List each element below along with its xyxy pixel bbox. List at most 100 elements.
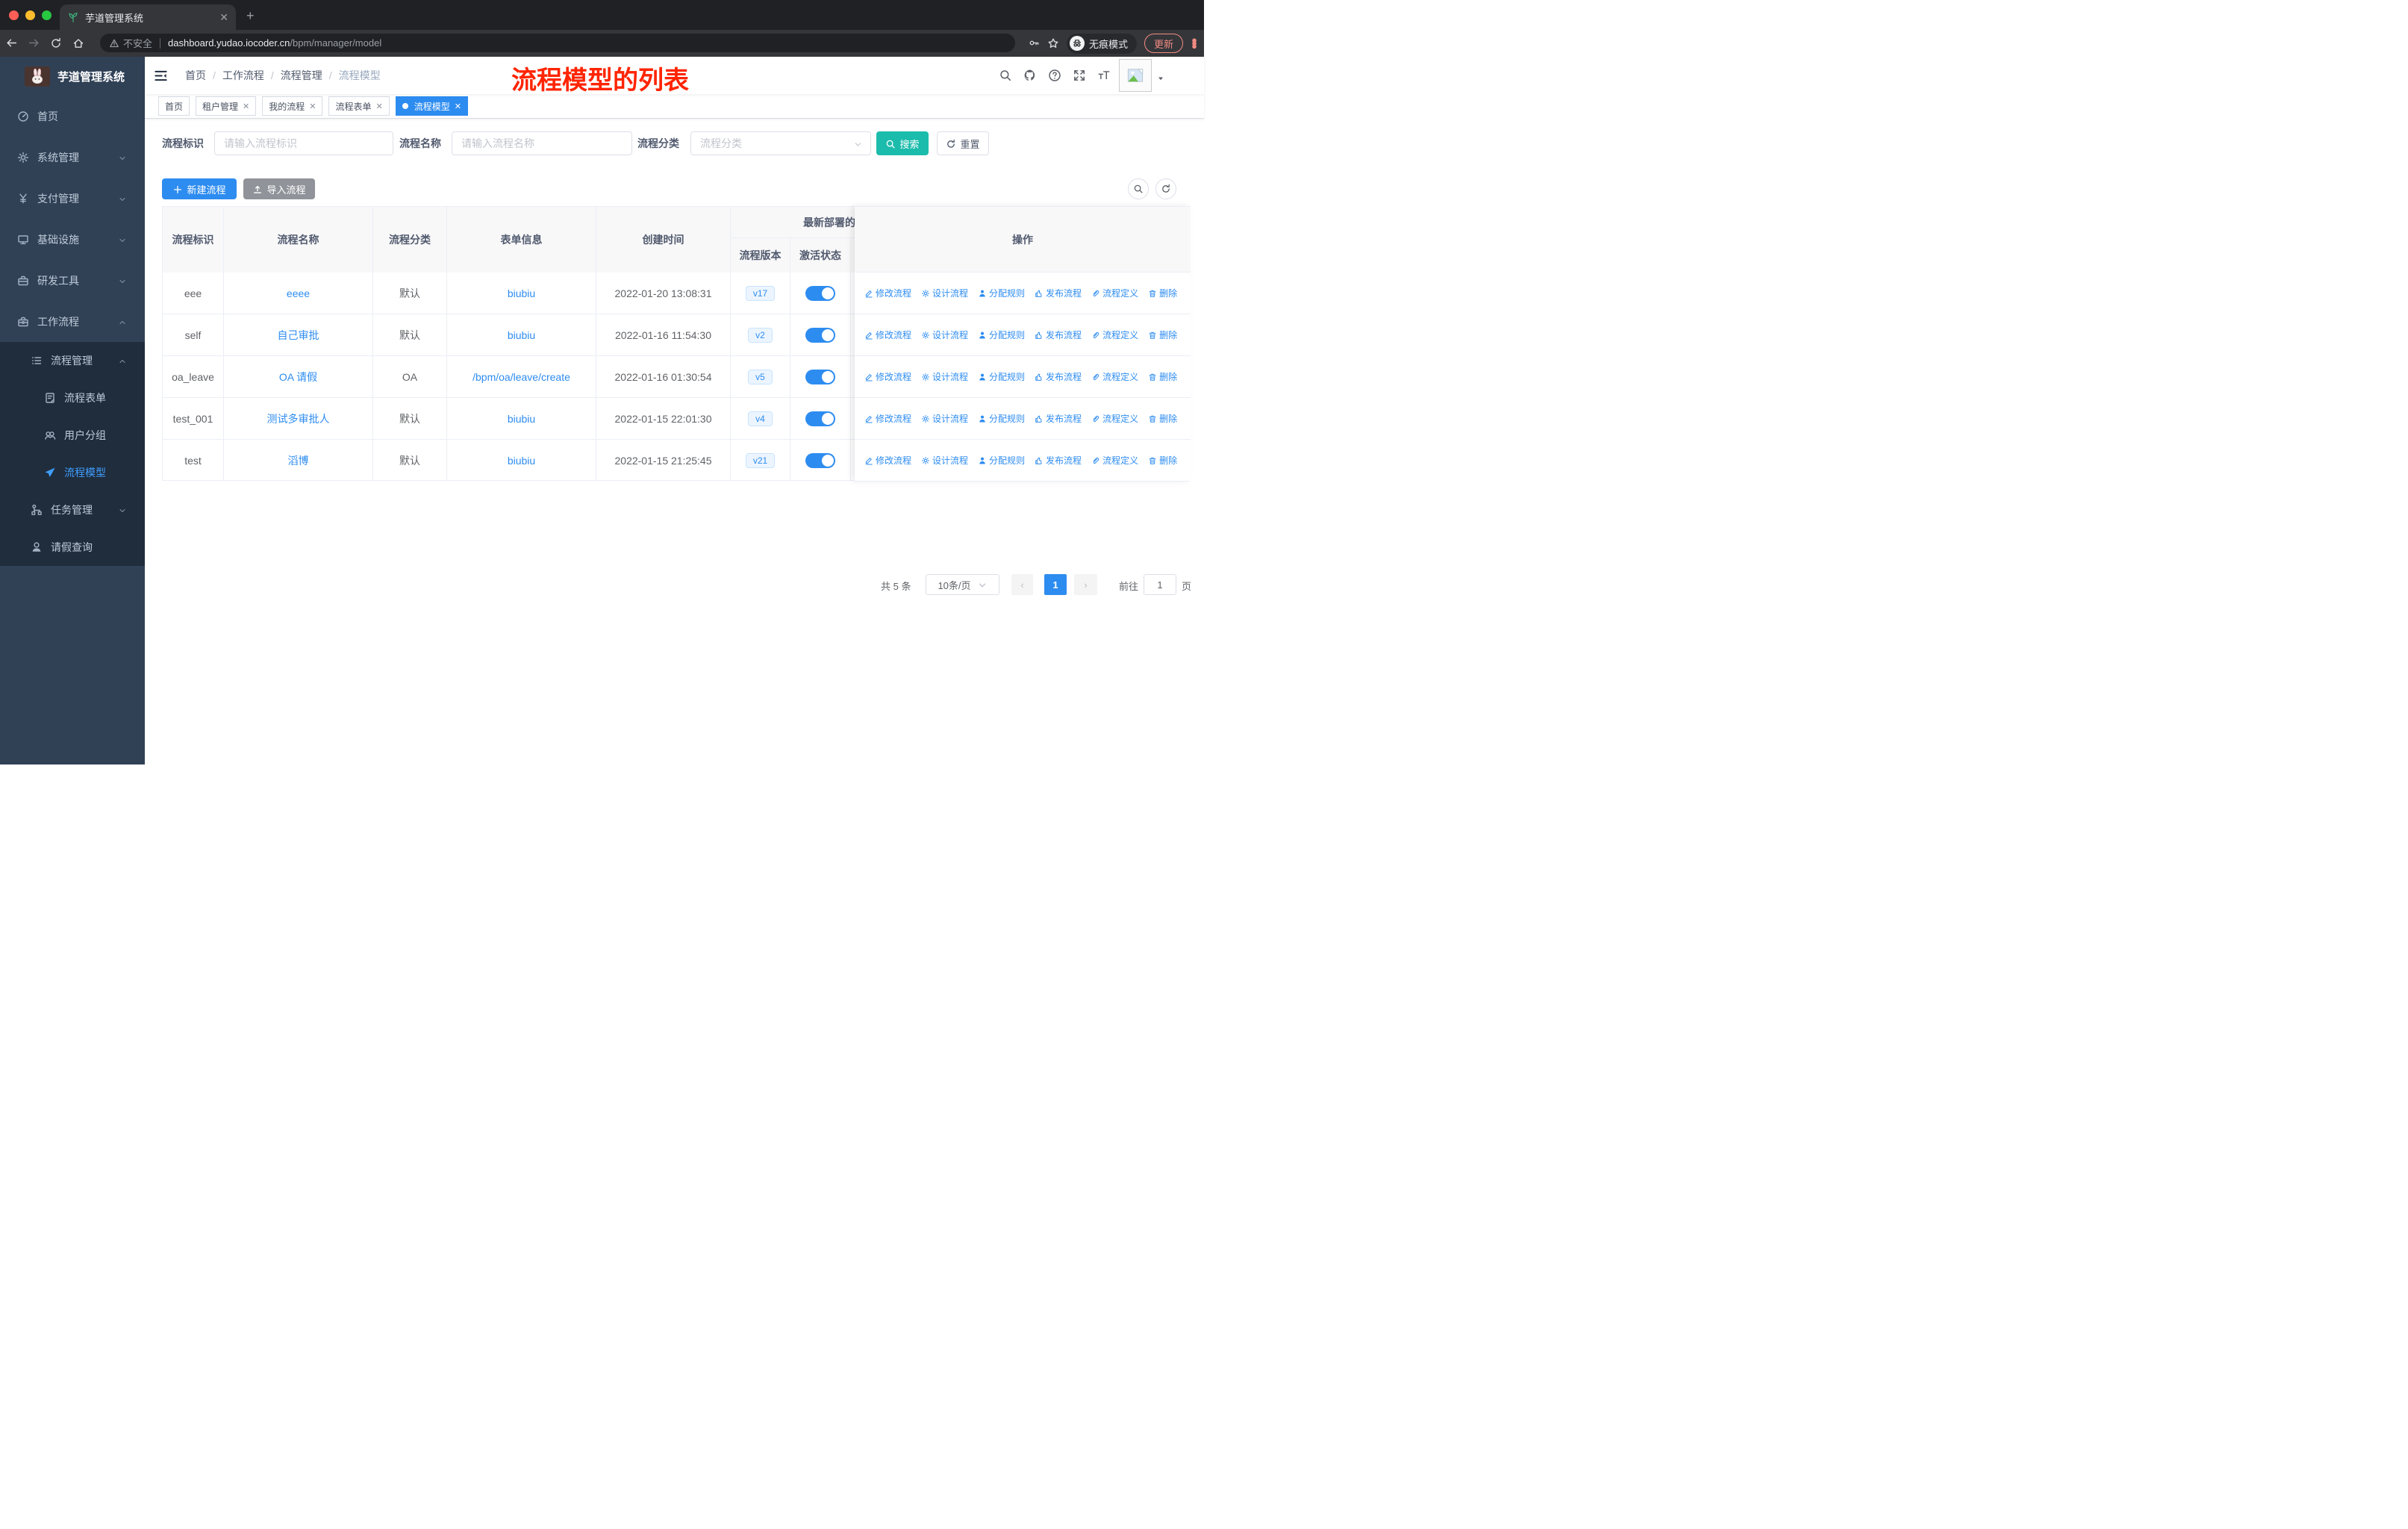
cell-form-info[interactable]: biubiu	[447, 440, 596, 480]
process-name-link[interactable]: 滔博	[288, 453, 309, 468]
tag-流程模型[interactable]: 流程模型 ✕	[395, 96, 468, 116]
current-page-button[interactable]: 1	[1044, 574, 1067, 595]
cell-process-name[interactable]: 测试多审批人	[224, 398, 373, 440]
action-分配规则[interactable]: 分配规则	[978, 287, 1025, 299]
action-删除[interactable]: 删除	[1148, 454, 1177, 467]
tab-close-icon[interactable]: ✕	[219, 11, 228, 24]
action-发布流程[interactable]: 发布流程	[1035, 412, 1082, 425]
cell-active-status[interactable]	[790, 440, 851, 480]
breadcrumb-item[interactable]: 流程管理	[281, 68, 322, 83]
active-toggle[interactable]	[805, 452, 835, 468]
action-设计流程[interactable]: 设计流程	[921, 287, 968, 299]
process-name-link[interactable]: eeee	[287, 287, 310, 299]
window-close-button[interactable]	[9, 10, 19, 20]
cell-process-name[interactable]: eeee	[224, 273, 373, 314]
cell-process-name[interactable]: OA 请假	[224, 356, 373, 398]
sidebar-item-7[interactable]: 流程管理	[0, 342, 145, 379]
action-修改流程[interactable]: 修改流程	[864, 370, 911, 383]
sidebar-item-9[interactable]: 用户分组	[0, 417, 145, 454]
browser-tab[interactable]: 芋道管理系统 ✕	[60, 4, 236, 30]
sidebar-item-1[interactable]: 首页	[0, 96, 145, 137]
action-分配规则[interactable]: 分配规则	[978, 370, 1025, 383]
forward-icon[interactable]	[22, 37, 45, 50]
fontsize-icon[interactable]	[1097, 69, 1111, 82]
breadcrumb-item[interactable]: 工作流程	[222, 68, 264, 83]
tag-close-icon[interactable]: ✕	[309, 102, 316, 111]
cell-active-status[interactable]	[790, 314, 851, 356]
sidebar-item-8[interactable]: 流程表单	[0, 379, 145, 417]
sidebar-item-4[interactable]: 基础设施	[0, 219, 145, 260]
back-icon[interactable]	[0, 37, 22, 50]
window-zoom-button[interactable]	[42, 10, 52, 20]
cell-active-status[interactable]	[790, 273, 851, 314]
tag-流程表单[interactable]: 流程表单 ✕	[328, 96, 390, 116]
action-分配规则[interactable]: 分配规则	[978, 328, 1025, 341]
filter-id-input[interactable]: 请输入流程标识	[214, 131, 393, 155]
action-流程定义[interactable]: 流程定义	[1091, 454, 1138, 467]
action-设计流程[interactable]: 设计流程	[921, 454, 968, 467]
key-icon[interactable]	[1029, 37, 1040, 50]
breadcrumb-item[interactable]: 首页	[185, 68, 206, 83]
action-删除[interactable]: 删除	[1148, 287, 1177, 299]
sidebar-item-2[interactable]: 系统管理	[0, 137, 145, 178]
action-流程定义[interactable]: 流程定义	[1091, 370, 1138, 383]
search-button[interactable]: 搜索	[876, 131, 929, 155]
active-toggle[interactable]	[805, 369, 835, 384]
cell-process-name[interactable]: 滔博	[224, 440, 373, 480]
action-发布流程[interactable]: 发布流程	[1035, 370, 1082, 383]
avatar[interactable]	[1119, 59, 1152, 92]
tag-close-icon[interactable]: ✕	[243, 102, 249, 111]
show-search-toggle-button[interactable]	[1128, 178, 1149, 199]
caret-down-icon[interactable]	[1156, 72, 1165, 85]
home-icon[interactable]	[67, 37, 90, 50]
action-设计流程[interactable]: 设计流程	[921, 370, 968, 383]
action-发布流程[interactable]: 发布流程	[1035, 287, 1082, 299]
bookmark-star-icon[interactable]	[1047, 37, 1059, 50]
process-name-link[interactable]: OA 请假	[279, 370, 317, 384]
next-page-button[interactable]: ›	[1074, 574, 1097, 595]
sidebar-item-5[interactable]: 研发工具	[0, 260, 145, 301]
window-minimize-button[interactable]	[25, 10, 35, 20]
action-流程定义[interactable]: 流程定义	[1091, 287, 1138, 299]
address-bar[interactable]: 不安全 dashboard.yudao.iocoder.cn /bpm/mana…	[100, 34, 1015, 52]
action-设计流程[interactable]: 设计流程	[921, 328, 968, 341]
chrome-update-button[interactable]: 更新	[1144, 34, 1183, 53]
action-流程定义[interactable]: 流程定义	[1091, 412, 1138, 425]
action-删除[interactable]: 删除	[1148, 328, 1177, 341]
github-icon[interactable]	[1023, 69, 1037, 82]
form-info-link[interactable]: biubiu	[508, 287, 535, 299]
sidebar-item-11[interactable]: 任务管理	[0, 491, 145, 529]
action-发布流程[interactable]: 发布流程	[1035, 328, 1082, 341]
action-设计流程[interactable]: 设计流程	[921, 412, 968, 425]
action-分配规则[interactable]: 分配规则	[978, 454, 1025, 467]
new-tab-button[interactable]: +	[246, 9, 255, 22]
cell-form-info[interactable]: biubiu	[447, 314, 596, 356]
process-name-link[interactable]: 自己审批	[278, 328, 319, 343]
cell-process-name[interactable]: 自己审批	[224, 314, 373, 356]
action-发布流程[interactable]: 发布流程	[1035, 454, 1082, 467]
form-info-link[interactable]: /bpm/oa/leave/create	[472, 371, 570, 383]
cell-form-info[interactable]: biubiu	[447, 398, 596, 440]
reload-icon[interactable]	[45, 37, 67, 50]
tag-close-icon[interactable]: ✕	[455, 102, 461, 111]
action-修改流程[interactable]: 修改流程	[864, 287, 911, 299]
tag-租户管理[interactable]: 租户管理 ✕	[196, 96, 257, 116]
form-info-link[interactable]: biubiu	[508, 329, 535, 341]
search-icon[interactable]	[999, 69, 1012, 82]
tag-我的流程[interactable]: 我的流程 ✕	[262, 96, 323, 116]
tag-首页[interactable]: 首页	[158, 96, 190, 116]
cell-active-status[interactable]	[790, 356, 851, 398]
goto-page-input[interactable]: 1	[1144, 574, 1176, 595]
action-分配规则[interactable]: 分配规则	[978, 412, 1025, 425]
prev-page-button[interactable]: ‹	[1011, 574, 1033, 595]
action-修改流程[interactable]: 修改流程	[864, 328, 911, 341]
active-toggle[interactable]	[805, 285, 835, 301]
chrome-menu-icon[interactable]: ● ● ●	[1191, 35, 1198, 51]
sidebar-item-6[interactable]: 工作流程	[0, 301, 145, 342]
cell-form-info[interactable]: biubiu	[447, 273, 596, 314]
action-删除[interactable]: 删除	[1148, 370, 1177, 383]
filter-name-input[interactable]: 请输入流程名称	[452, 131, 632, 155]
sidebar-item-3[interactable]: 支付管理	[0, 178, 145, 219]
refresh-table-button[interactable]	[1155, 178, 1176, 199]
help-icon[interactable]	[1048, 69, 1061, 82]
